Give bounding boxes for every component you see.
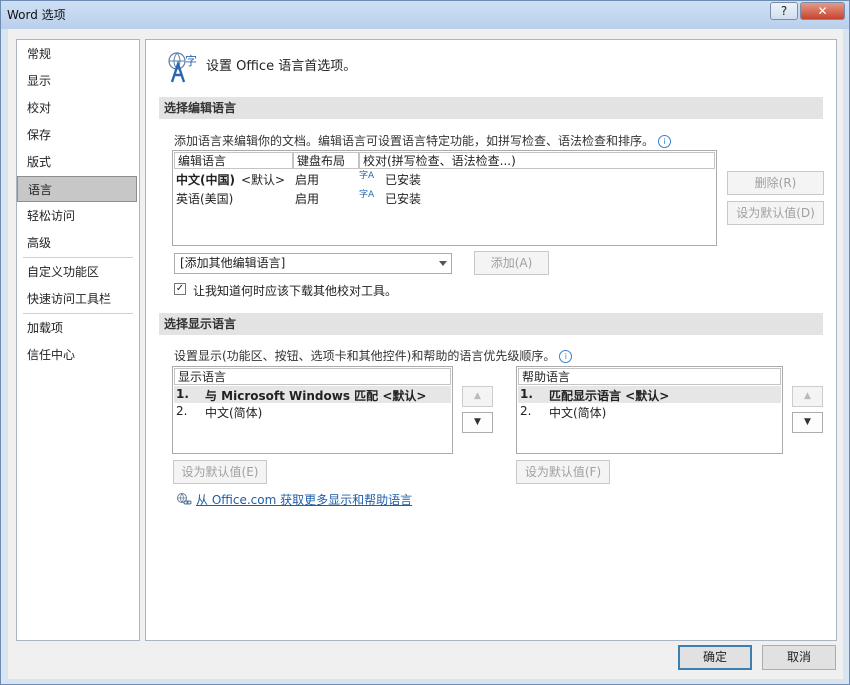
- row-proofing-status: 已安装: [385, 173, 422, 187]
- row-keyboard: 启用: [295, 192, 320, 206]
- close-button[interactable]: ✕: [800, 2, 845, 20]
- arrow-down-icon: ▼: [804, 417, 811, 427]
- col-header-proofing[interactable]: 校对(拼写检查、语法检查...): [359, 152, 715, 169]
- list-item-number: 2.: [176, 404, 188, 418]
- nav-item-display[interactable]: 显示: [17, 68, 137, 94]
- proofing-tools-icon: 字A: [359, 171, 375, 181]
- editing-description: 添加语言来编辑你的文档。编辑语言可设置语言特定功能，如拼写检查、语法检查和排序。…: [174, 132, 672, 149]
- arrow-up-icon: ▲: [804, 391, 811, 401]
- list-item-text: 匹配显示语言 <默认>: [549, 389, 670, 403]
- list-item-number: 2.: [520, 404, 532, 418]
- dialog-title: Word 选项: [7, 8, 66, 22]
- web-link-icon: [177, 493, 192, 505]
- get-more-languages-link[interactable]: 从 Office.com 获取更多显示和帮助语言: [196, 491, 412, 508]
- info-icon: i: [559, 350, 573, 363]
- header-icon-glyph: 字: [185, 53, 197, 68]
- nav-item-typography[interactable]: 版式: [17, 149, 137, 175]
- list-item-text: 与 Microsoft Windows 匹配 <默认>: [205, 389, 427, 403]
- proofing-tools-icon: 字A: [359, 190, 375, 200]
- col-header-keyboard[interactable]: 键盘布局: [293, 152, 359, 169]
- nav-item-quick-access-toolbar[interactable]: 快速访问工具栏: [17, 286, 137, 312]
- list-item-number: 1.: [520, 387, 533, 401]
- row-default-tag: <默认>: [241, 173, 286, 187]
- language-panel: 字 设置 Office 语言首选项。 选择编辑语言 添加语言来编辑你的文档。编辑…: [145, 39, 837, 641]
- add-button[interactable]: 添加(A): [474, 251, 549, 275]
- download-proofing-label: 让我知道何时应该下载其他校对工具。: [193, 284, 398, 298]
- add-language-dropdown-value: [添加其他编辑语言]: [180, 256, 286, 270]
- display-move-down-button[interactable]: ▼: [462, 412, 493, 433]
- nav-item-proofing[interactable]: 校对: [17, 95, 137, 121]
- help-language-header: 帮助语言: [518, 368, 781, 385]
- list-item-number: 1.: [176, 387, 189, 401]
- word-options-dialog: Word 选项 ? ✕ 常规 显示 校对 保存 版式 语言 轻松访问 高级 自定…: [0, 0, 850, 685]
- remove-button[interactable]: 删除(R): [727, 171, 824, 195]
- nav-divider: [23, 257, 133, 258]
- set-default-display-button[interactable]: 设为默认值(E): [173, 460, 267, 484]
- help-button[interactable]: ?: [770, 2, 798, 20]
- nav-item-customize-ribbon[interactable]: 自定义功能区: [17, 259, 137, 285]
- editing-languages-list[interactable]: 编辑语言 键盘布局 校对(拼写检查、语法检查...) 中文(中国) <默认> 启…: [172, 150, 717, 246]
- display-section-title: 选择显示语言: [159, 313, 823, 335]
- set-default-editing-button[interactable]: 设为默认值(D): [727, 201, 824, 225]
- row-proofing-status: 已安装: [385, 192, 422, 206]
- cancel-button[interactable]: 取消: [762, 645, 836, 670]
- display-move-up-button[interactable]: ▲: [462, 386, 493, 407]
- info-icon: i: [658, 135, 672, 148]
- display-languages-list[interactable]: 显示语言 1. 与 Microsoft Windows 匹配 <默认> 2. 中…: [172, 366, 453, 454]
- nav-item-language[interactable]: 语言: [17, 176, 137, 202]
- nav-item-trust-center[interactable]: 信任中心: [17, 342, 137, 368]
- nav-item-accessibility[interactable]: 轻松访问: [17, 203, 137, 229]
- display-description-text: 设置显示(功能区、按钮、选项卡和其他控件)和帮助的语言优先级顺序。: [174, 349, 556, 363]
- category-nav: 常规 显示 校对 保存 版式 语言 轻松访问 高级 自定义功能区 快速访问工具栏…: [16, 39, 140, 641]
- arrow-down-icon: ▼: [474, 417, 481, 427]
- nav-item-general[interactable]: 常规: [17, 41, 137, 67]
- help-move-up-button[interactable]: ▲: [792, 386, 823, 407]
- col-header-editing-language[interactable]: 编辑语言: [174, 152, 293, 169]
- ok-button[interactable]: 确定: [678, 645, 752, 670]
- list-item-text: 中文(简体): [205, 406, 263, 420]
- download-proofing-checkbox[interactable]: ✓: [174, 283, 186, 295]
- row-keyboard: 启用: [295, 173, 320, 187]
- nav-divider: [23, 313, 133, 314]
- editing-description-text: 添加语言来编辑你的文档。编辑语言可设置语言特定功能，如拼写检查、语法检查和排序。: [174, 134, 655, 148]
- title-bar: Word 选项 ? ✕: [1, 1, 849, 29]
- language-icon: 字: [168, 52, 197, 83]
- row-language: 英语(美国): [176, 192, 234, 206]
- editing-section-title: 选择编辑语言: [159, 97, 823, 119]
- dialog-body: 常规 显示 校对 保存 版式 语言 轻松访问 高级 自定义功能区 快速访问工具栏…: [8, 29, 843, 679]
- display-language-header: 显示语言: [174, 368, 451, 385]
- help-move-down-button[interactable]: ▼: [792, 412, 823, 433]
- nav-item-save[interactable]: 保存: [17, 122, 137, 148]
- arrow-up-icon: ▲: [474, 391, 481, 401]
- list-item-text: 中文(简体): [549, 406, 607, 420]
- nav-item-advanced[interactable]: 高级: [17, 230, 137, 256]
- chevron-down-icon: [439, 261, 447, 266]
- row-language: 中文(中国): [176, 173, 235, 187]
- set-default-help-button[interactable]: 设为默认值(F): [516, 460, 610, 484]
- help-languages-list[interactable]: 帮助语言 1. 匹配显示语言 <默认> 2. 中文(简体): [516, 366, 783, 454]
- add-language-dropdown[interactable]: [添加其他编辑语言]: [174, 253, 452, 274]
- nav-item-add-ins[interactable]: 加载项: [17, 315, 137, 341]
- display-description: 设置显示(功能区、按钮、选项卡和其他控件)和帮助的语言优先级顺序。 i: [174, 347, 573, 364]
- panel-heading: 设置 Office 语言首选项。: [206, 59, 357, 74]
